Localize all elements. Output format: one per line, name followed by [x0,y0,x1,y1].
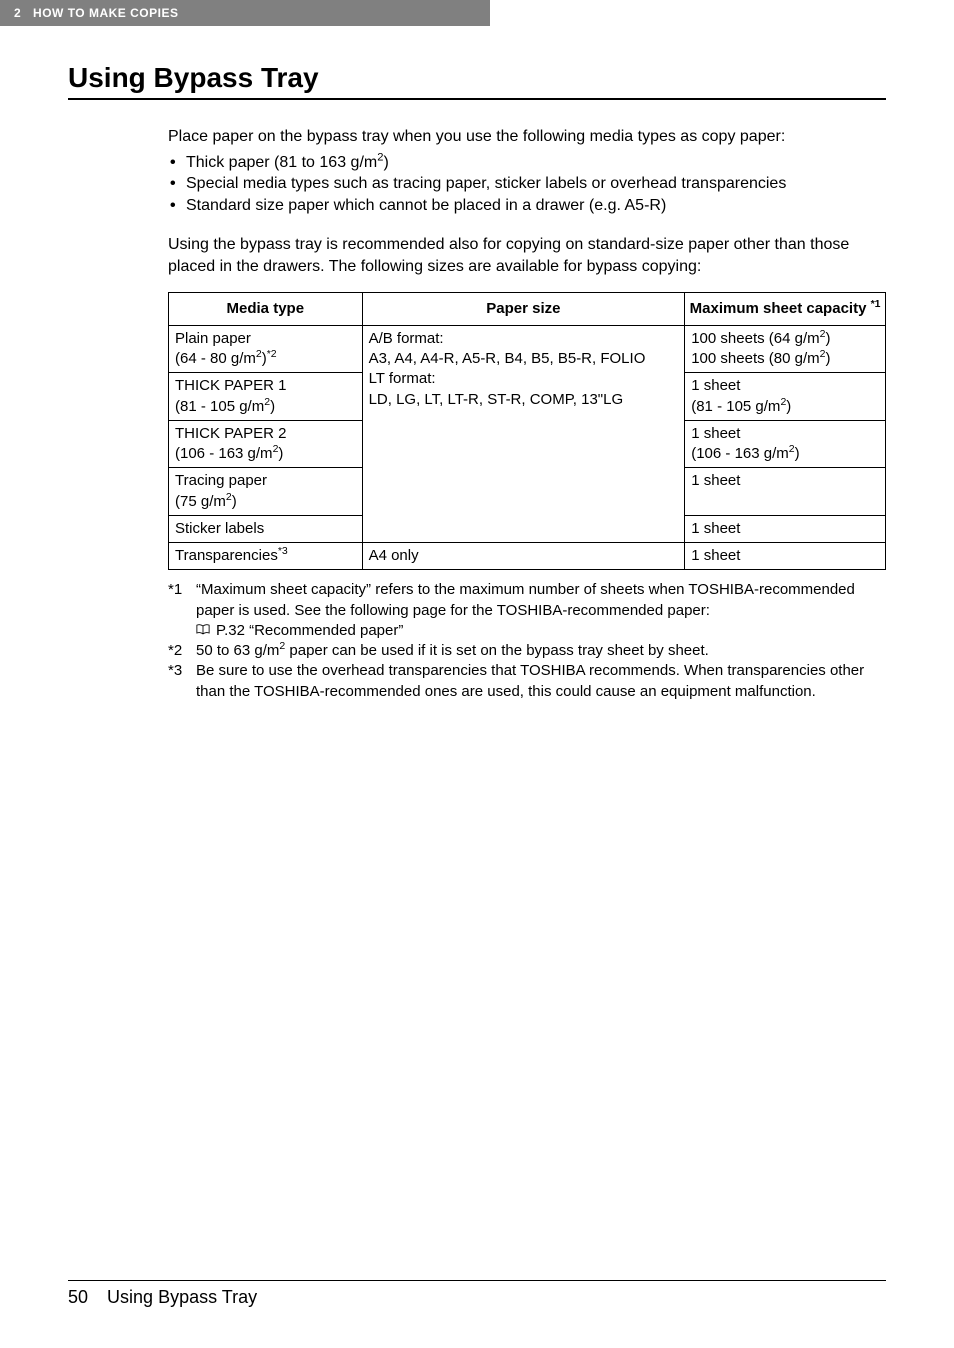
bullet-list: Thick paper (81 to 163 g/m2) Special med… [168,152,886,217]
capacity-cell: 100 sheets (64 g/m2) 100 sheets (80 g/m2… [685,325,886,373]
footnotes: *1 “Maximum sheet capacity” refers to th… [168,580,886,702]
footnote-1: *1 “Maximum sheet capacity” refers to th… [168,580,886,641]
th-capacity: Maximum sheet capacity *1 [685,292,886,325]
th-media: Media type [169,292,363,325]
breadcrumb: 2 HOW TO MAKE COPIES [0,0,490,26]
breadcrumb-label: HOW TO MAKE COPIES [33,6,178,20]
media-cell: Transparencies*3 [169,543,363,570]
page-title: Using Bypass Tray [68,62,954,94]
breadcrumb-num: 2 [14,6,21,20]
media-cell: THICK PAPER 1 (81 - 105 g/m2) [169,373,363,421]
capacity-cell: 1 sheet [685,543,886,570]
content-area: Place paper on the bypass tray when you … [68,100,886,702]
size-cell: A/B format: A3, A4, A4-R, A5-R, B4, B5, … [362,325,685,542]
th-size: Paper size [362,292,685,325]
footnote-2: *2 50 to 63 g/m2 paper can be used if it… [168,641,886,661]
capacity-cell: 1 sheet [685,468,886,516]
para2: Using the bypass tray is recommended als… [168,234,886,277]
size-cell: A4 only [362,543,685,570]
table-row: Plain paper (64 - 80 g/m2)*2 A/B format:… [169,325,886,373]
list-item: Special media types such as tracing pape… [168,173,886,195]
media-cell: THICK PAPER 2 (106 - 163 g/m2) [169,420,363,468]
paper-table: Media type Paper size Maximum sheet capa… [168,292,886,571]
capacity-cell: 1 sheet (106 - 163 g/m2) [685,420,886,468]
capacity-cell: 1 sheet (81 - 105 g/m2) [685,373,886,421]
page-footer: 50 Using Bypass Tray [0,1280,954,1348]
list-item: Thick paper (81 to 163 g/m2) [168,152,886,174]
media-cell: Sticker labels [169,515,363,542]
footnote-ref-link[interactable]: P.32 “Recommended paper” [216,621,403,641]
media-cell: Plain paper (64 - 80 g/m2)*2 [169,325,363,373]
table-row: Transparencies*3 A4 only 1 sheet [169,543,886,570]
footnote-3: *3 Be sure to use the overhead transpare… [168,661,886,702]
footer-label: Using Bypass Tray [107,1287,257,1307]
capacity-cell: 1 sheet [685,515,886,542]
intro-text: Place paper on the bypass tray when you … [168,126,886,148]
page-number: 50 [68,1287,88,1307]
list-item: Standard size paper which cannot be plac… [168,195,886,217]
book-icon [196,621,212,641]
media-cell: Tracing paper (75 g/m2) [169,468,363,516]
